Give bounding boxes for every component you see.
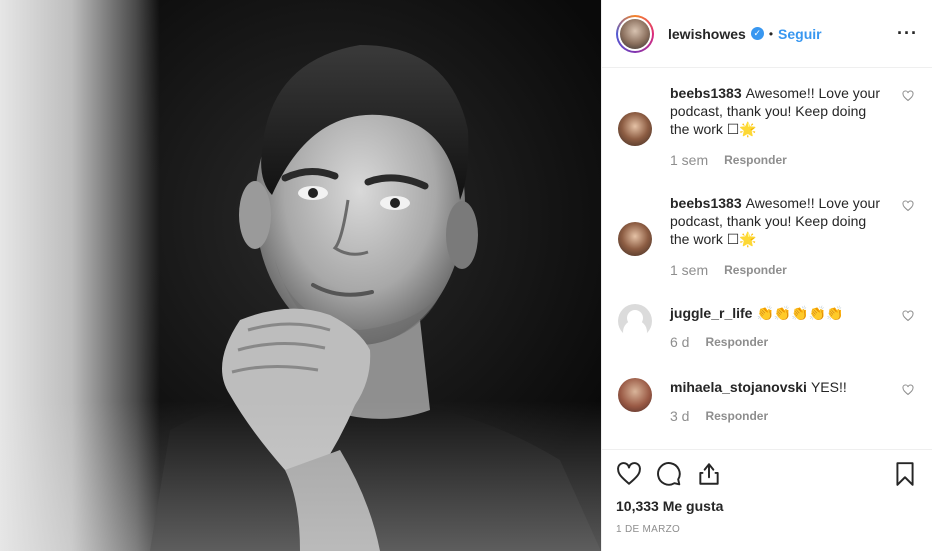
- comment-meta: 3 d Responder: [670, 408, 880, 424]
- share-icon[interactable]: [696, 461, 722, 487]
- instagram-post-view: lewishowes ✓ • Seguir ··· beebs1383 Aweso…: [0, 0, 932, 551]
- comment-icon[interactable]: [656, 461, 682, 487]
- comment-meta: 1 sem Responder: [670, 152, 880, 168]
- comment-username[interactable]: juggle_r_life: [670, 305, 752, 321]
- comment-body: beebs1383 Awesome!! Love your podcast, th…: [670, 194, 880, 304]
- comment-item: mihaela_stojanovski YES!! 3 d Responder: [618, 378, 916, 449]
- action-icons-row: [616, 458, 918, 490]
- post-date[interactable]: 1 DE MARZO: [616, 524, 918, 535]
- comment-time[interactable]: 6 d: [670, 334, 689, 350]
- comment-text-block: beebs1383 Awesome!! Love your podcast, th…: [670, 194, 880, 248]
- comment-like-heart-icon[interactable]: [902, 310, 914, 322]
- comment-meta: 1 sem Responder: [670, 262, 880, 278]
- comment-text-block: beebs1383 Awesome!! Love your podcast, th…: [670, 84, 880, 138]
- username-link[interactable]: lewishowes: [668, 26, 746, 42]
- comment-item: beebs1383 Awesome!! Love your podcast, th…: [618, 84, 916, 194]
- comment-body: juggle_r_life 👏👏👏👏👏 6 d Responder: [670, 304, 880, 378]
- likes-count[interactable]: 10,333 Me gusta: [616, 498, 918, 514]
- comment-text-block: juggle_r_life 👏👏👏👏👏: [670, 304, 880, 322]
- reply-button[interactable]: Responder: [705, 335, 768, 349]
- photo-bottom-blur: [0, 401, 601, 551]
- comment-time[interactable]: 1 sem: [670, 262, 708, 278]
- reply-button[interactable]: Responder: [705, 409, 768, 423]
- separator-dot: •: [768, 26, 774, 41]
- follow-button[interactable]: Seguir: [778, 26, 822, 42]
- comment-username[interactable]: mihaela_stojanovski: [670, 379, 807, 395]
- post-actions: 10,333 Me gusta 1 DE MARZO: [602, 449, 932, 551]
- comment-body: beebs1383 Awesome!! Love your podcast, th…: [670, 84, 880, 194]
- comment-text: 👏👏👏👏👏: [756, 305, 844, 321]
- commenter-avatar[interactable]: [618, 112, 652, 146]
- bookmark-icon[interactable]: [892, 461, 918, 487]
- avatar-frame: [618, 16, 652, 51]
- comment-username[interactable]: beebs1383: [670, 85, 742, 101]
- verified-badge-icon: ✓: [750, 27, 764, 40]
- comments-list: beebs1383 Awesome!! Love your podcast, th…: [602, 68, 932, 449]
- heart-icon[interactable]: [616, 461, 642, 487]
- post-photo[interactable]: [0, 0, 601, 551]
- commenter-avatar[interactable]: [618, 222, 652, 256]
- comment-meta: 6 d Responder: [670, 334, 880, 350]
- comment-time[interactable]: 3 d: [670, 408, 689, 424]
- commenter-avatar[interactable]: [618, 378, 652, 412]
- post-sidebar: lewishowes ✓ • Seguir ··· beebs1383 Aweso…: [601, 0, 932, 551]
- avatar-image: [620, 18, 650, 49]
- comment-like-heart-icon[interactable]: [902, 384, 914, 396]
- comment-body: mihaela_stojanovski YES!! 3 d Responder: [670, 378, 880, 449]
- comment-text: YES!!: [810, 379, 847, 395]
- comment-text-block: mihaela_stojanovski YES!!: [670, 378, 880, 396]
- comment-like-heart-icon[interactable]: [902, 90, 914, 102]
- profile-avatar[interactable]: [616, 14, 654, 53]
- reply-button[interactable]: Responder: [724, 263, 787, 277]
- comment-like-heart-icon[interactable]: [902, 200, 914, 212]
- commenter-avatar[interactable]: [618, 304, 652, 338]
- comment-time[interactable]: 1 sem: [670, 152, 708, 168]
- reply-button[interactable]: Responder: [724, 153, 787, 167]
- comment-username[interactable]: beebs1383: [670, 195, 742, 211]
- post-header: lewishowes ✓ • Seguir ···: [602, 0, 932, 68]
- comment-item: juggle_r_life 👏👏👏👏👏 6 d Responder: [618, 304, 916, 378]
- comment-item: beebs1383 Awesome!! Love your podcast, th…: [618, 194, 916, 304]
- more-options-icon[interactable]: ···: [897, 23, 918, 44]
